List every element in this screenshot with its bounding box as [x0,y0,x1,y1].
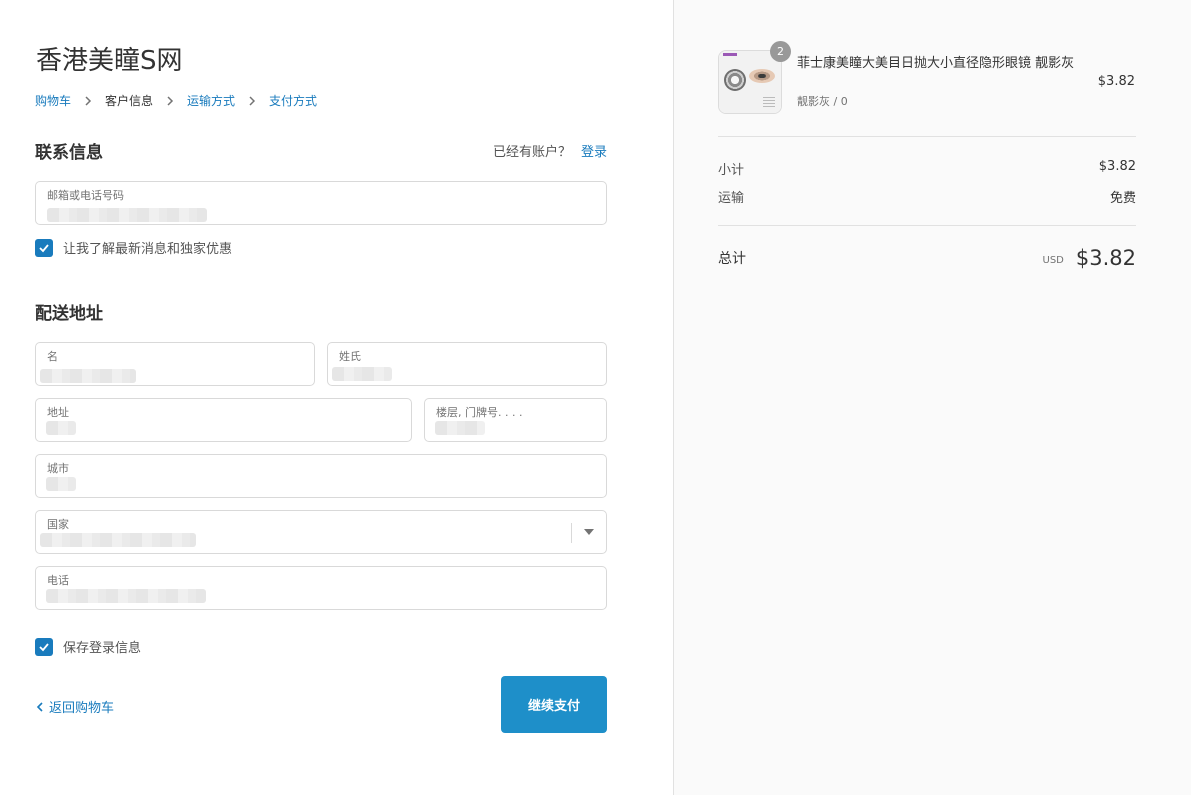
breadcrumb: 购物车 客户信息 运输方式 支付方式 [35,92,317,109]
chevron-down-icon[interactable] [584,529,594,535]
currency-code: USD [1042,254,1064,266]
product-image [719,51,781,113]
brand-logo-mark [723,53,737,56]
product-thumbnail [718,50,782,114]
chevron-right-icon [235,94,269,108]
total-row: 总计 USD $3.82 [718,246,1136,270]
breadcrumb-customer-info: 客户信息 [105,94,154,108]
total-amount: $3.82 [1075,246,1136,270]
summary-divider [718,225,1136,226]
city-field[interactable]: 城市 [35,454,607,498]
address-value-redacted [46,421,76,435]
breadcrumb-cart[interactable]: 购物车 [35,92,71,109]
email-value-redacted [47,208,207,222]
address-field[interactable]: 地址 [35,398,412,442]
contact-section-title: 联系信息 [35,143,103,163]
package-text-image [763,97,775,109]
phone-label: 电话 [47,574,69,587]
order-summary-sidebar: 2 菲士康美瞳大美目日抛大小直径隐形眼镜 靓影灰 靓影灰 / 0 $3.82 小… [673,0,1191,795]
shipping-row: 运输 免费 [718,187,1136,206]
total-amount-group: USD $3.82 [1043,246,1137,270]
back-to-cart-link[interactable]: 返回购物车 [36,697,114,716]
chevron-left-icon [36,701,43,712]
first-name-value-redacted [40,369,136,383]
email-field-label: 邮箱或电话号码 [47,189,124,202]
back-to-cart-label: 返回购物车 [49,701,115,716]
product-variant: 靓影灰 / 0 [797,95,848,108]
continue-to-payment-button[interactable]: 继续支付 [501,676,607,733]
main-content: 香港美瞳S网 购物车 客户信息 运输方式 支付方式 联系信息 已经有账户？ 登录 … [0,0,673,795]
total-label: 总计 [718,251,746,267]
store-title[interactable]: 香港美瞳S网 [36,40,183,77]
marketing-label: 让我了解最新消息和独家优惠 [63,242,233,257]
login-prompt: 已经有账户？ 登录 [493,141,607,160]
product-name: 菲士康美瞳大美目日抛大小直径隐形眼镜 靓影灰 [797,56,1075,71]
save-info-checkbox[interactable] [35,637,53,656]
check-icon [39,642,49,651]
login-link[interactable]: 登录 [581,145,607,160]
country-select[interactable]: 国家 [35,510,607,554]
marketing-opt-in[interactable]: 让我了解最新消息和独家优惠 [35,238,232,257]
apartment-label: 楼层, 门牌号. . . . [436,406,523,419]
email-field[interactable]: 邮箱或电话号码 [35,181,607,225]
summary-divider [718,136,1136,137]
save-info-label: 保存登录信息 [63,641,142,656]
subtotal-label: 小计 [718,163,745,178]
first-name-field[interactable]: 名 [35,342,315,386]
address-label: 地址 [47,406,69,419]
shipping-section-title: 配送地址 [35,304,103,324]
country-label: 国家 [47,518,69,531]
apartment-value-redacted [435,421,485,435]
city-label: 城市 [47,462,69,475]
quantity-badge: 2 [770,41,791,62]
contact-lens-image [724,69,746,91]
last-name-label: 姓氏 [339,350,361,363]
marketing-checkbox[interactable] [35,238,53,257]
check-icon [39,243,49,252]
first-name-label: 名 [47,350,58,363]
city-value-redacted [46,477,76,491]
country-value-redacted [40,533,196,547]
have-account-text: 已经有账户？ [492,145,571,160]
apartment-field[interactable]: 楼层, 门牌号. . . . [424,398,607,442]
shipping-cost-label: 运输 [718,191,745,206]
breadcrumb-shipping-method[interactable]: 运输方式 [187,92,235,109]
save-info-opt-in[interactable]: 保存登录信息 [35,637,141,656]
select-divider [571,523,572,543]
breadcrumb-payment-method[interactable]: 支付方式 [269,92,317,109]
subtotal-row: 小计 $3.82 [718,159,1136,178]
eye-image [749,69,775,83]
last-name-value-redacted [332,367,392,381]
chevron-right-icon [71,94,105,108]
last-name-field[interactable]: 姓氏 [327,342,607,386]
product-price: $3.82 [1097,74,1135,89]
chevron-right-icon [153,94,187,108]
subtotal-value: $3.82 [1098,159,1136,174]
shipping-cost-value: 免费 [1109,191,1136,206]
phone-field[interactable]: 电话 [35,566,607,610]
phone-value-redacted [46,589,206,603]
